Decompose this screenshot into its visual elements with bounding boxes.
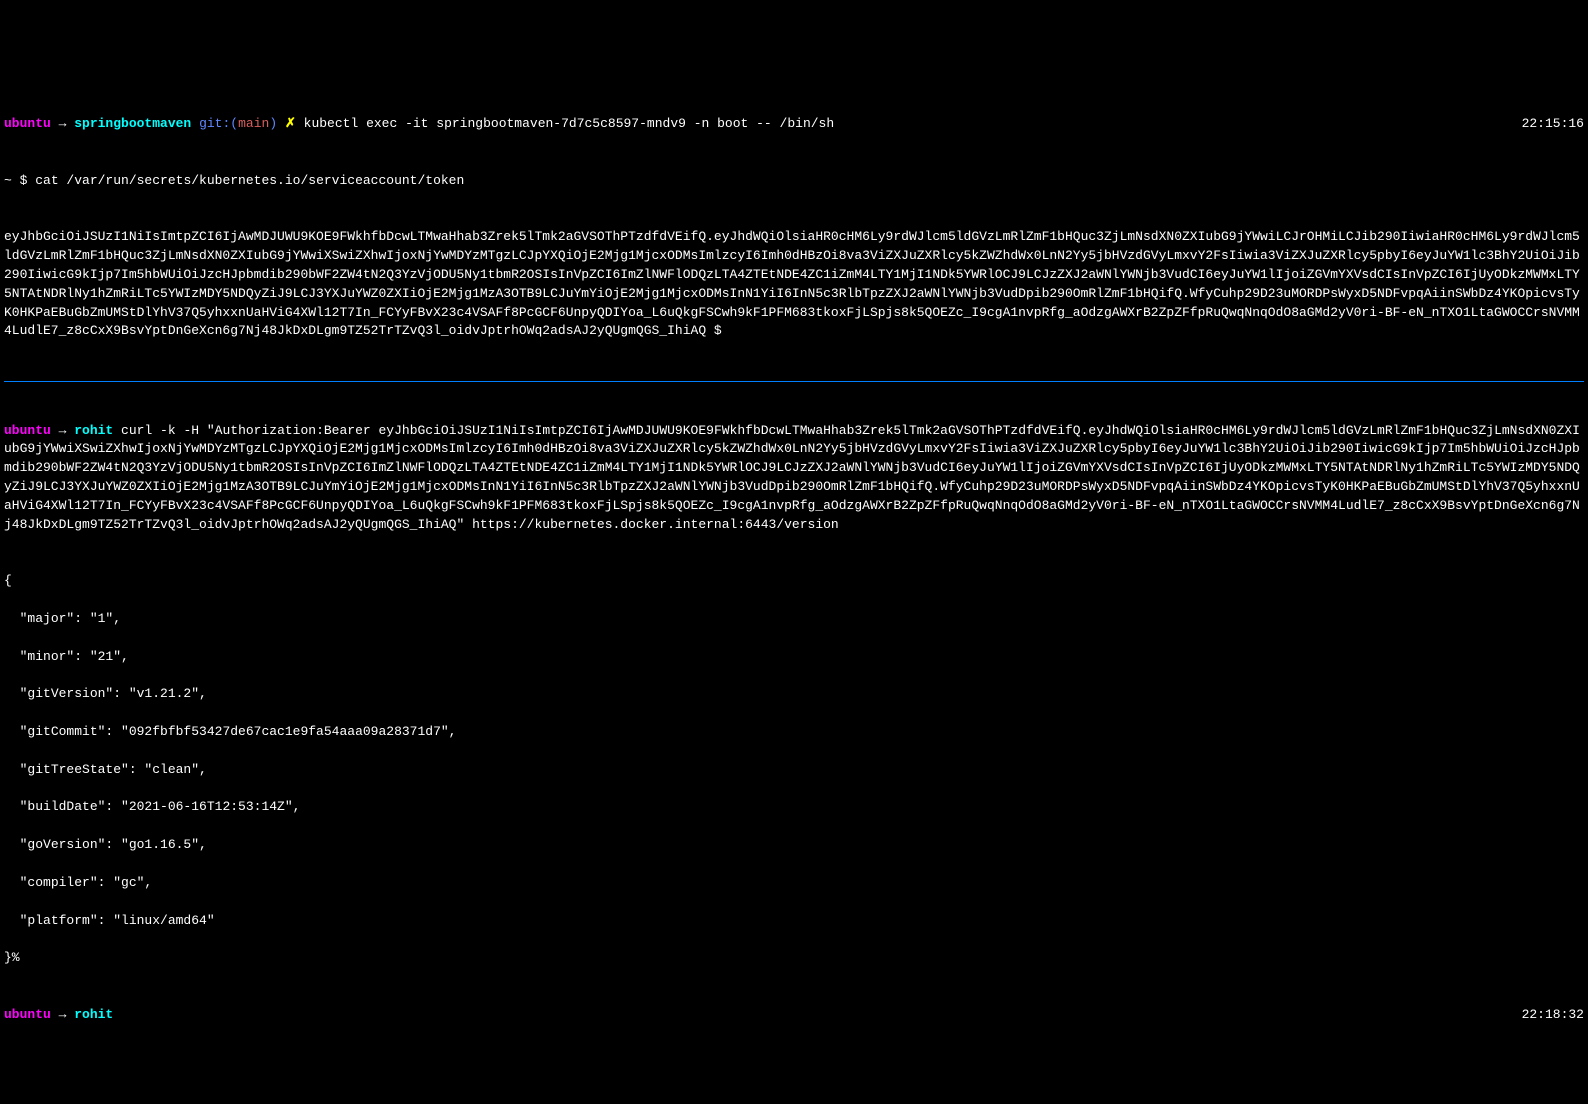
json-row: "major": "1",	[4, 610, 1584, 629]
at-separator: →	[51, 423, 74, 438]
paren-close: )	[269, 116, 277, 131]
prompt-user: ubuntu	[4, 423, 51, 438]
json-row: "gitTreeState": "clean",	[4, 761, 1584, 780]
token-output-line: eyJhbGciOiJSUzI1NiIsImtpZCI6IjAwMDJUWU9K…	[4, 228, 1584, 341]
inner-prompt: ~ $	[4, 173, 35, 188]
prompt-user: ubuntu	[4, 1007, 51, 1022]
git-branch: main	[238, 116, 269, 131]
separator-line	[4, 381, 1584, 382]
timestamp: 22:15:16	[1522, 115, 1584, 134]
prompt-dir: rohit	[74, 423, 113, 438]
terminal-output[interactable]: ubuntu → springbootmaven git:(main) ✗ ku…	[4, 77, 1584, 1062]
json-row: "gitVersion": "v1.21.2",	[4, 685, 1584, 704]
command-text: kubectl exec -it springbootmaven-7d7c5c8…	[304, 116, 835, 131]
jwt-token: eyJhbGciOiJSUzI1NiIsImtpZCI6IjAwMDJUWU9K…	[4, 229, 1580, 338]
at-separator: →	[51, 1007, 74, 1022]
prompt-dir: springbootmaven	[74, 116, 191, 131]
json-row: "goVersion": "go1.16.5",	[4, 836, 1584, 855]
prompt-line-3: ubuntu → rohit 22:18:32	[4, 1006, 1584, 1025]
git-label: git:	[199, 116, 230, 131]
inner-prompt-end: $	[706, 323, 729, 338]
git-dirty-icon: ✗	[285, 116, 296, 131]
at-separator: →	[51, 116, 74, 131]
json-row: "minor": "21",	[4, 648, 1584, 667]
json-row: "platform": "linux/amd64"	[4, 912, 1584, 931]
timestamp: 22:18:32	[1522, 1006, 1584, 1025]
curl-command: curl -k -H "Authorization:Bearer eyJhbGc…	[4, 423, 1580, 532]
json-row: "gitCommit": "092fbfbf53427de67cac1e9fa5…	[4, 723, 1584, 742]
json-open-brace: {	[4, 572, 1584, 591]
prompt-line-1: ubuntu → springbootmaven git:(main) ✗ ku…	[4, 115, 1584, 134]
prompt-line-2: ubuntu → rohit curl -k -H "Authorization…	[4, 422, 1584, 535]
paren-open: (	[230, 116, 238, 131]
json-close-brace: }%	[4, 949, 1584, 968]
prompt-dir: rohit	[74, 1007, 113, 1022]
json-row: "compiler": "gc",	[4, 874, 1584, 893]
prompt-user: ubuntu	[4, 116, 51, 131]
inner-shell-line: ~ $ cat /var/run/secrets/kubernetes.io/s…	[4, 172, 1584, 191]
cat-command: cat /var/run/secrets/kubernetes.io/servi…	[35, 173, 464, 188]
json-row: "buildDate": "2021-06-16T12:53:14Z",	[4, 798, 1584, 817]
